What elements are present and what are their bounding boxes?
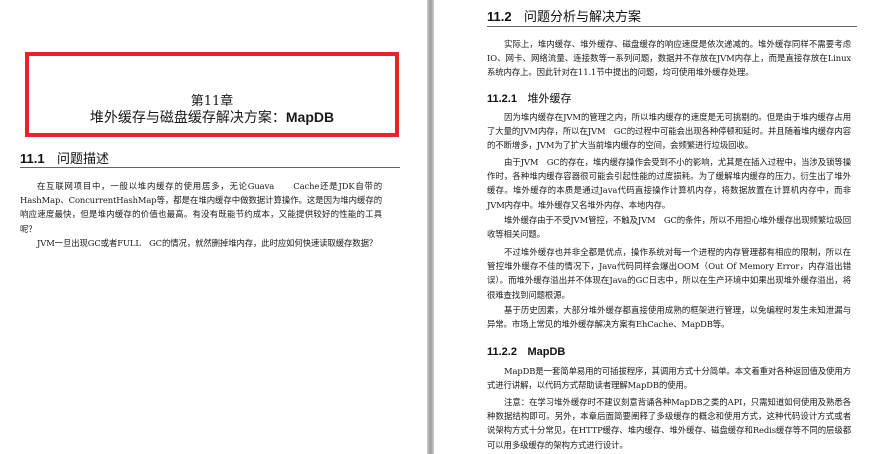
paragraph-2: JVM一旦出现GC或者FULL GC的情况，就然删掉堆内存，此时应如何快速读取缓… [37,238,378,248]
chapter-title-prefix: 堆外缓存与磁盘缓存解决方案： [89,110,286,126]
mapdb-paragraph-1: MapDB是一套简单易用的可插拔程序，其调用方式十分简单。本文着重对各种返回值及… [487,366,851,391]
section-heading-11-2: 11.2 问题分析与解决方案 [487,6,641,25]
section-number: 11.1 [20,151,45,166]
subsection-title: MapDB [527,346,566,358]
section-title: 问题描述 [57,152,110,167]
offheap-paragraph-2: 由于JVM GC的存在，堆内缓存操作会受到不小的影响，尤其是在插入过程中，当涉及… [487,157,851,210]
chapter-heading-highlight: 第11章 堆外缓存与磁盘缓存解决方案：MapDB [25,52,399,137]
section-heading-11-1: 11.1 问题描述 [20,148,109,167]
section-number: 11.2 [487,9,512,24]
offheap-paragraph-5: 基于历史因素，大部分堆外缓存都直接使用成熟的框架进行管理，以免编程时发生未知泄漏… [487,305,851,330]
chapter-title-bold: MapDB [285,109,335,125]
mapdb-paragraph-2: 注意：在学习堆外缓存时不建议刻意背诵各种MapDB之类的API，只需知道如何使用… [487,397,851,450]
paragraph-1: 在互联网项目中，一般以堆内缓存的使用居多，无论Guava Cache还是JDK自… [20,181,382,234]
intro-paragraph: 实际上，堆内缓存、堆外缓存、磁盘缓存的响应速度是依次递减的。堆外缓存同样不需要考… [487,39,851,78]
section-rule [487,26,857,27]
subsection-title: 堆外缓存 [527,92,572,105]
page-divider [427,0,434,454]
left-page: 第11章 堆外缓存与磁盘缓存解决方案：MapDB 11.1 问题描述 在互联网项… [0,0,427,454]
section-title: 问题分析与解决方案 [524,10,642,25]
subsection-number: 11.2.1 [487,93,517,105]
offheap-paragraph-4: 不过堆外缓存也并非全都是优点，操作系统对每一个进程的内存管理都有相应的限制，所以… [487,247,851,300]
subsection-heading-11-2-2: 11.2.2 MapDB [487,345,565,358]
subsection-heading-11-2-1: 11.2.1 堆外缓存 [487,90,571,106]
chapter-title: 堆外缓存与磁盘缓存解决方案：MapDB [29,107,395,127]
section-rule [20,167,400,168]
subsection-number: 11.2.2 [487,346,517,358]
offheap-paragraph-3: 堆外缓存由于不受JVM管控，不触及JVM GC的条件，所以不用担心堆外缓存出现频… [487,215,851,240]
right-page: 11.2 问题分析与解决方案 实际上，堆内缓存、堆外缓存、磁盘缓存的响应速度是依… [434,0,871,454]
offheap-paragraph-1: 因为堆内缓存在JVM的管理之内，所以堆内缓存的速度是无可挑剔的。但是由于堆内缓存… [487,112,851,151]
